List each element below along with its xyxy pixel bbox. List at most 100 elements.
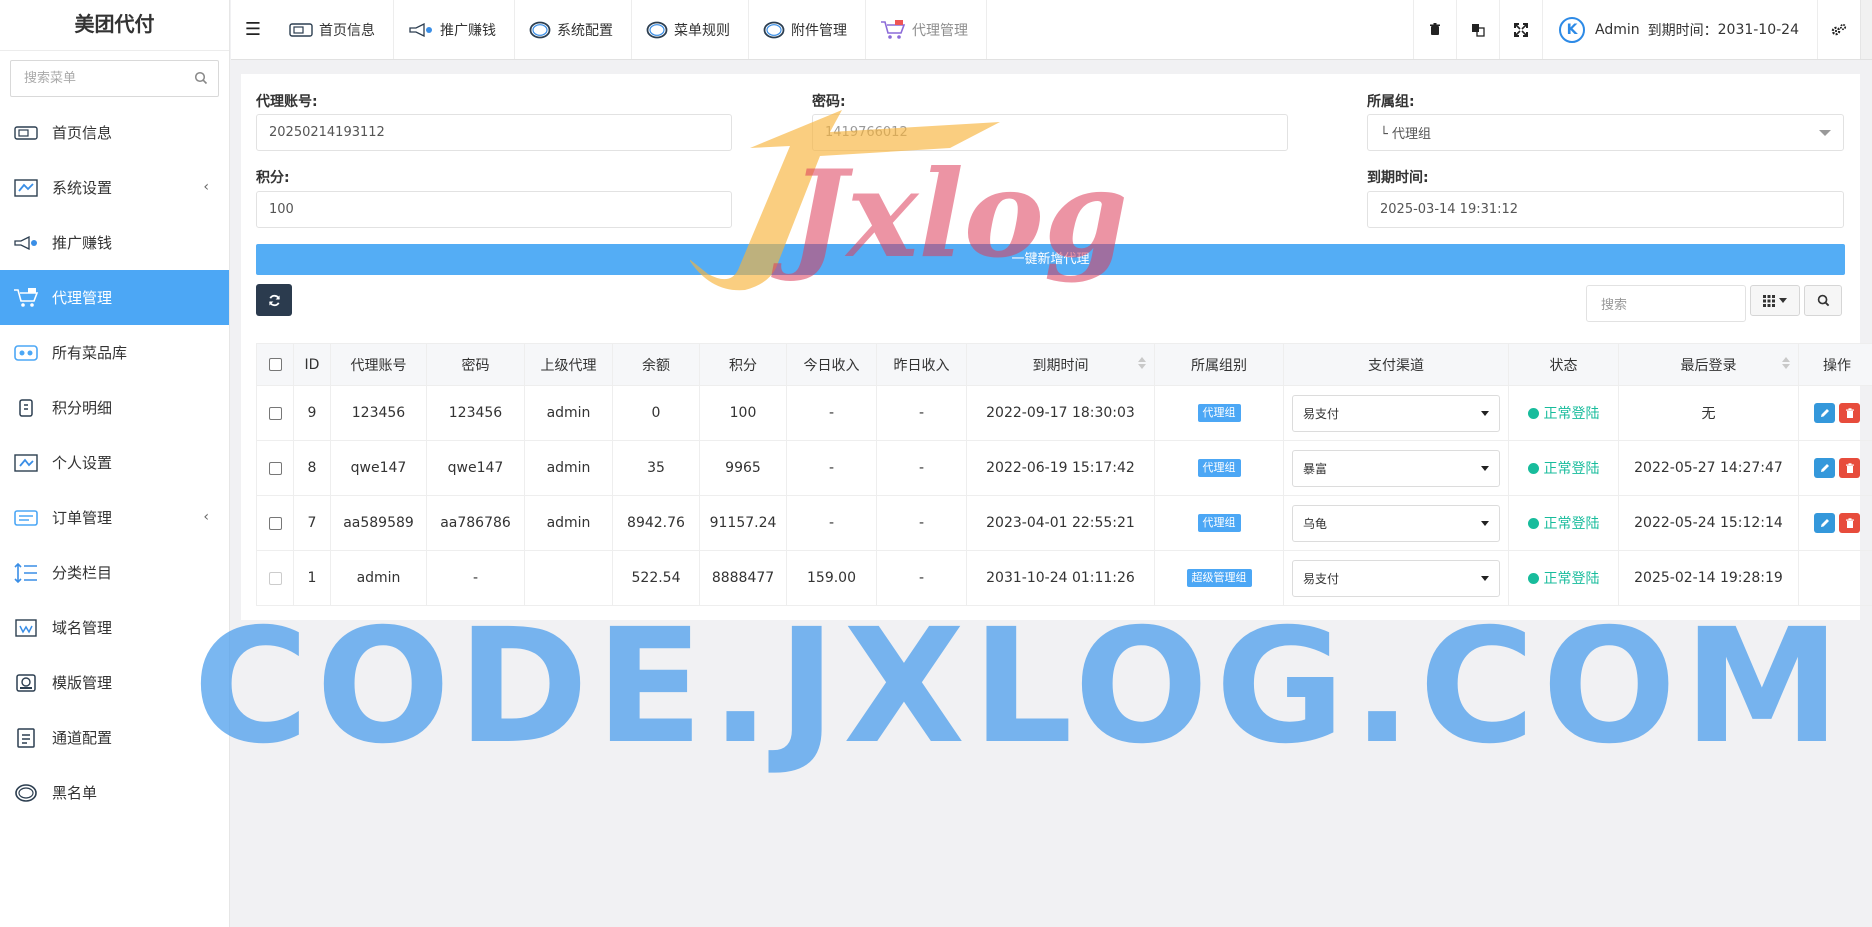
pay-channel-value: 易支付 bbox=[1303, 571, 1340, 586]
delete-button[interactable] bbox=[1839, 458, 1860, 478]
sidebar-item[interactable]: 模版管理 bbox=[0, 655, 229, 710]
today-income-cell: 159.00 bbox=[786, 550, 877, 606]
ring-icon bbox=[763, 21, 785, 39]
sidebar-item[interactable]: 黑名单 bbox=[0, 765, 229, 820]
sidebar-item[interactable]: 分类栏目 bbox=[0, 545, 229, 600]
balance-cell-text: 8942.76 bbox=[627, 515, 685, 531]
row-checkbox[interactable] bbox=[268, 461, 282, 475]
today-income-cell-text: 159.00 bbox=[807, 570, 856, 586]
columns-toggle-button[interactable] bbox=[1750, 285, 1800, 316]
column-header[interactable]: 到期时间 bbox=[966, 343, 1155, 386]
promo-icon bbox=[12, 231, 40, 255]
edit-button[interactable] bbox=[1814, 403, 1835, 423]
group-cell: 代理组 bbox=[1154, 495, 1284, 551]
id-cell-text: 8 bbox=[307, 460, 317, 476]
group-label: 所属组: bbox=[1367, 94, 1415, 110]
nav-tab[interactable]: 菜单规则 bbox=[632, 0, 749, 59]
page-scrollbar[interactable] bbox=[1860, 0, 1872, 59]
column-header: 余额 bbox=[612, 343, 700, 386]
sidebar-item[interactable]: 订单管理 ‹ bbox=[0, 490, 229, 545]
pay-channel-select[interactable]: 乌龟 bbox=[1292, 504, 1500, 542]
sidebar-search-input[interactable] bbox=[11, 61, 218, 96]
sidebar-item-label: 黑名单 bbox=[52, 784, 98, 802]
table-search-button[interactable] bbox=[1804, 285, 1842, 316]
clear-cache-button[interactable] bbox=[1413, 0, 1456, 59]
sidebar-item[interactable]: 个人设置 bbox=[0, 435, 229, 490]
sidebar-item[interactable]: 首页信息 bbox=[0, 105, 229, 160]
pay-channel-select[interactable]: 易支付 bbox=[1292, 559, 1500, 597]
sidebar-item[interactable]: 系统设置 ‹ bbox=[0, 160, 229, 215]
points-input[interactable]: 100 bbox=[256, 191, 732, 228]
nav-tab[interactable]: 系统配置 bbox=[515, 0, 632, 59]
table-search-input[interactable]: 搜索 bbox=[1586, 285, 1746, 322]
agent-table: ID 代理账号 密码 上级代理 余额 积分 今日收入 昨日收入 到期时间 所属组别 支付渠道 状态 最后… bbox=[256, 343, 1872, 606]
add-agent-button[interactable]: 一键新增代理 bbox=[256, 244, 1845, 275]
avatar: K bbox=[1559, 16, 1585, 43]
refresh-button[interactable] bbox=[256, 284, 292, 316]
sidebar-item[interactable]: 域名管理 bbox=[0, 600, 229, 655]
sidebar-item-label: 积分明细 bbox=[52, 399, 113, 417]
sidebar-item[interactable]: 所有菜品库 bbox=[0, 325, 229, 380]
nav-tabs: 首页信息 推广赚钱 系统配置 菜单规则 附件管理 代理管理 bbox=[275, 0, 987, 59]
account-cell: 123456 bbox=[330, 385, 427, 441]
points-cell-text: 91157.24 bbox=[709, 515, 777, 531]
password-cell: aa786786 bbox=[426, 495, 525, 551]
password-cell-text: aa786786 bbox=[440, 515, 511, 531]
select-all-checkbox[interactable] bbox=[268, 358, 282, 371]
status-text: 正常登陆 bbox=[1543, 406, 1600, 422]
grid-icon bbox=[1763, 294, 1775, 307]
user-name: Admin bbox=[1595, 21, 1640, 38]
nav-tab[interactable]: 首页信息 bbox=[275, 0, 394, 59]
sidebar-item[interactable]: 代理管理 bbox=[0, 270, 229, 325]
balance-cell: 8942.76 bbox=[612, 495, 700, 551]
menu-toggle-icon[interactable]: ☰ bbox=[231, 0, 275, 59]
chevron-left-icon: ‹ bbox=[203, 509, 209, 525]
column-header: 代理账号 bbox=[330, 343, 427, 386]
password-label: 密码: bbox=[812, 94, 846, 110]
expiry-label: 到期时间： bbox=[1647, 22, 1718, 39]
table-header-row: ID 代理账号 密码 上级代理 余额 积分 今日收入 昨日收入 到期时间 所属组别 支付渠道 状态 最后… bbox=[256, 343, 1872, 386]
pay-channel-select[interactable]: 易支付 bbox=[1292, 394, 1500, 432]
group-select-value: └ 代理组 bbox=[1380, 127, 1431, 142]
account-input[interactable]: 20250214193112 bbox=[256, 114, 732, 151]
last-login-cell-text: 2025-02-14 19:28:19 bbox=[1634, 570, 1783, 586]
status-badge: 正常登陆 bbox=[1527, 513, 1600, 533]
ops-cell bbox=[1798, 385, 1872, 441]
sidebar-item[interactable]: 通道配置 bbox=[0, 710, 229, 765]
pay-channel-select[interactable]: 暴富 bbox=[1292, 449, 1500, 487]
sort-icon[interactable] bbox=[1138, 357, 1146, 369]
edit-button[interactable] bbox=[1814, 513, 1835, 533]
last-login-cell-text: 无 bbox=[1701, 406, 1716, 422]
group-badge: 代理组 bbox=[1197, 404, 1241, 422]
order-icon bbox=[12, 506, 40, 530]
row-checkbox[interactable] bbox=[268, 516, 282, 530]
expiry-input[interactable]: 2025-03-14 19:31:12 bbox=[1367, 191, 1844, 228]
fullscreen-button[interactable] bbox=[1499, 0, 1542, 59]
sidebar-item[interactable]: 推广赚钱 bbox=[0, 215, 229, 270]
nav-tab[interactable]: 代理管理 bbox=[866, 0, 987, 59]
user-menu[interactable]: K Admin 到期时间： 2031-10-24 bbox=[1542, 0, 1817, 59]
expiry-label: 到期时间: bbox=[1367, 170, 1429, 186]
sidebar-item[interactable]: 积分明细 bbox=[0, 380, 229, 435]
sort-icon[interactable] bbox=[1782, 357, 1790, 369]
theme-settings-button[interactable] bbox=[1817, 0, 1860, 59]
app-brand[interactable]: 美团代付 bbox=[0, 0, 229, 51]
row-checkbox[interactable] bbox=[268, 406, 282, 420]
edit-button[interactable] bbox=[1814, 458, 1835, 478]
search-icon[interactable] bbox=[194, 71, 208, 89]
delete-button[interactable] bbox=[1839, 403, 1860, 423]
nav-tab[interactable]: 附件管理 bbox=[749, 0, 866, 59]
status-cell: 正常登陆 bbox=[1508, 385, 1619, 441]
points-cell: 91157.24 bbox=[699, 495, 787, 551]
sidebar-item-label: 推广赚钱 bbox=[52, 234, 113, 252]
delete-button[interactable] bbox=[1839, 513, 1860, 533]
column-header: 支付渠道 bbox=[1283, 343, 1509, 386]
nav-tab[interactable]: 推广赚钱 bbox=[394, 0, 515, 59]
promo-icon bbox=[408, 22, 434, 37]
translate-button[interactable] bbox=[1456, 0, 1499, 59]
password-input[interactable]: 1419766012 bbox=[812, 114, 1288, 151]
column-header[interactable]: 最后登录 bbox=[1618, 343, 1799, 386]
balance-cell-text: 35 bbox=[647, 460, 665, 476]
column-header: 密码 bbox=[426, 343, 525, 386]
group-select[interactable]: └ 代理组 bbox=[1367, 114, 1844, 151]
